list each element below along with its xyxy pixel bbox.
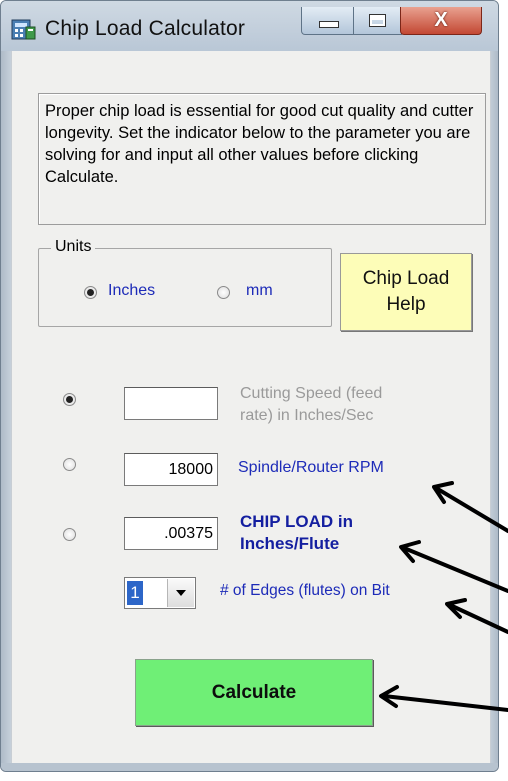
chip-load-label-line2: Inches/Flute (240, 534, 340, 553)
help-button-line1: Chip Load (362, 268, 450, 289)
edges-dropdown[interactable]: 1 (124, 577, 196, 609)
cutting-speed-radio[interactable] (63, 393, 76, 406)
minimize-icon (319, 21, 339, 28)
close-button[interactable]: X (400, 7, 482, 35)
radio-selected-dot (66, 396, 73, 403)
mm-radio[interactable] (217, 286, 230, 299)
chip-load-input[interactable]: .00375 (124, 517, 218, 550)
edges-selected-value: 1 (127, 581, 143, 605)
units-groupbox: Units Inches mm (38, 238, 332, 327)
mm-label[interactable]: mm (246, 282, 273, 300)
inches-radio[interactable] (84, 286, 97, 299)
radio-selected-dot (87, 289, 94, 296)
spindle-rpm-radio[interactable] (63, 458, 76, 471)
chip-load-window: Chip Load Calculator X Proper chip load … (0, 0, 499, 772)
cutting-speed-label-line2: rate) in Inches/Sec (240, 407, 374, 424)
client-area: Proper chip load is essential for good c… (11, 51, 491, 763)
cutting-speed-label-line1: Cutting Speed (feed (240, 385, 383, 402)
window-title: Chip Load Calculator (45, 17, 246, 40)
cutting-speed-input[interactable] (124, 387, 218, 420)
chevron-down-icon[interactable] (167, 579, 194, 607)
chip-load-label-line1: CHIP LOAD in (240, 512, 354, 531)
chip-load-help-button[interactable]: Chip Load Help (340, 253, 472, 331)
spindle-rpm-label: Spindle/Router RPM (238, 459, 384, 476)
edges-label: # of Edges (flutes) on Bit (220, 582, 390, 599)
instructions-text: Proper chip load is essential for good c… (45, 102, 474, 186)
cutting-speed-label: Cutting Speed (feed rate) in Inches/Sec (240, 383, 382, 427)
calculate-button[interactable]: Calculate (135, 659, 373, 726)
help-button-line2: Help (386, 294, 426, 315)
window-frame-left (1, 51, 11, 763)
maximize-icon (369, 14, 386, 27)
units-group-label: Units (51, 238, 96, 256)
inches-label[interactable]: Inches (108, 282, 155, 300)
app-calculator-icon (11, 19, 36, 40)
chip-load-radio[interactable] (63, 528, 76, 541)
window-frame-bottom (1, 763, 498, 771)
minimize-button[interactable] (301, 7, 355, 35)
instructions-box: Proper chip load is essential for good c… (38, 93, 486, 225)
close-icon: X (434, 9, 448, 31)
spindle-rpm-input[interactable]: 18000 (124, 453, 218, 486)
maximize-button[interactable] (353, 7, 402, 35)
chip-load-label: CHIP LOAD in Inches/Flute (240, 511, 353, 555)
title-bar[interactable]: Chip Load Calculator X (1, 1, 498, 51)
